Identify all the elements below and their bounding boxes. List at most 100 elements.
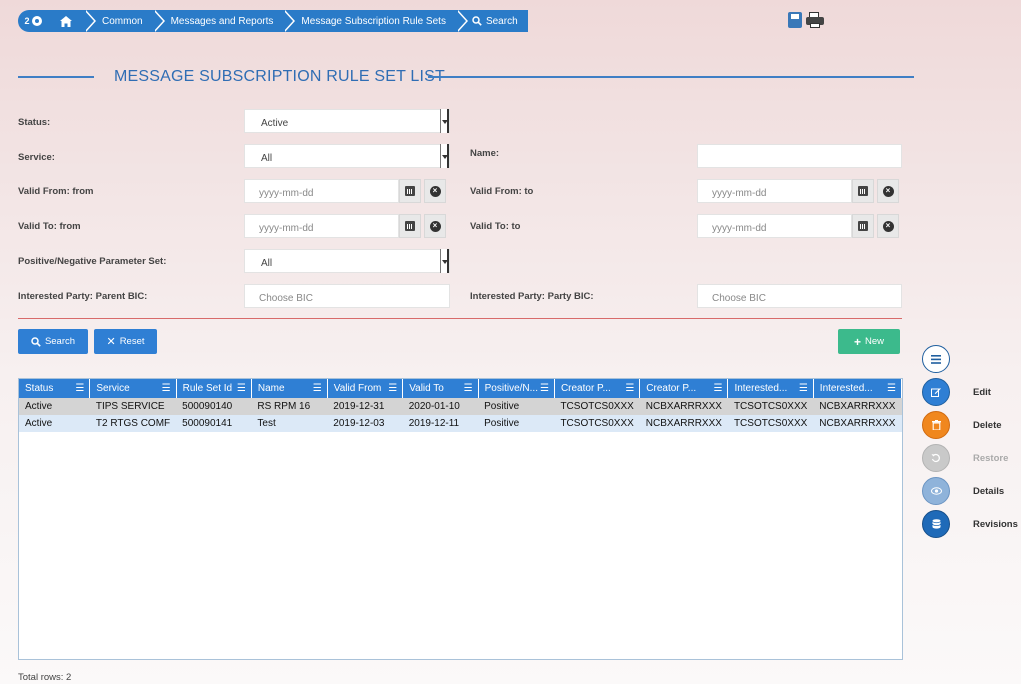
list-menu-action[interactable] (922, 345, 1020, 373)
details-action[interactable]: Details (922, 477, 1020, 505)
table-row[interactable]: Active TIPS SERVICE 500090140 RS RPM 16 … (19, 398, 902, 415)
table-row[interactable]: Active T2 RTGS COMF 500090141 Test 2019-… (19, 415, 902, 432)
database-icon (922, 510, 950, 538)
edit-label: Edit (973, 386, 991, 398)
chevron-down-icon (440, 109, 449, 133)
menu-icon[interactable]: ☰ (713, 383, 722, 394)
menu-icon[interactable]: ☰ (540, 383, 549, 394)
column-header[interactable]: Interested... ☰ (813, 379, 902, 398)
save-icon[interactable] (788, 12, 802, 28)
valid-from-to-input[interactable]: yyyy-mm-dd (697, 179, 852, 203)
cell-interested-parent: TCSOTCS0XXX (727, 415, 814, 432)
trash-icon (922, 411, 950, 439)
column-header[interactable]: Status ☰ (19, 379, 91, 398)
breadcrumb-messages-reports[interactable]: Messages and Reports (152, 10, 296, 32)
edit-action[interactable]: Edit (922, 378, 1020, 406)
breadcrumb-rule-sets[interactable]: Message Subscription Rule Sets (283, 10, 468, 32)
title-rule-left (18, 76, 94, 78)
clear-button[interactable]: × (424, 214, 446, 238)
valid-from-from-label: Valid From: from (18, 186, 94, 197)
home-breadcrumb[interactable] (48, 10, 96, 32)
menu-icon[interactable]: ☰ (162, 383, 171, 394)
delete-action[interactable]: Delete (922, 411, 1020, 439)
menu-icon[interactable]: ☰ (625, 383, 634, 394)
menu-icon[interactable]: ☰ (388, 383, 397, 394)
valid-from-to-label: Valid From: to (470, 186, 534, 197)
column-header[interactable]: Interested... ☰ (727, 379, 814, 398)
cell-interested-parent: TCSOTCS0XXX (727, 398, 814, 415)
menu-icon[interactable]: ☰ (237, 383, 246, 394)
cell-valid-from: 2019-12-03 (327, 415, 403, 432)
valid-to-to-input[interactable]: yyyy-mm-dd (697, 214, 852, 238)
column-title: Name (257, 383, 285, 394)
calendar-button[interactable] (399, 214, 421, 238)
menu-icon[interactable]: ☰ (887, 383, 896, 394)
party-bic-input[interactable]: Choose BIC (697, 284, 902, 308)
badge-count: 2 (24, 16, 30, 26)
open-items-badge[interactable]: 2 (18, 10, 48, 32)
menu-icon[interactable]: ☰ (464, 383, 473, 394)
column-header[interactable]: Rule Set Id ☰ (176, 379, 252, 398)
plus-icon: + (853, 334, 861, 349)
new-button[interactable]: + New (838, 329, 900, 354)
service-select[interactable]: All (244, 144, 450, 168)
breadcrumb-label: Search (485, 15, 518, 27)
clear-button[interactable]: × (424, 179, 446, 203)
column-header[interactable]: Valid From ☰ (327, 379, 404, 398)
column-header[interactable]: Name ☰ (251, 379, 328, 398)
calendar-button[interactable] (852, 179, 874, 203)
list-icon[interactable] (922, 345, 950, 373)
cell-valid-to: 2019-12-11 (402, 415, 479, 432)
column-header[interactable]: Valid To ☰ (402, 379, 479, 398)
cell-rule-set-id: 500090140 (176, 398, 252, 415)
party-bic-label: Interested Party: Party BIC: (470, 291, 594, 302)
search-button[interactable]: Search (18, 329, 88, 354)
column-header[interactable]: Positive/N... ☰ (478, 379, 555, 398)
status-select[interactable]: Active (244, 109, 450, 133)
print-icon[interactable] (806, 12, 824, 28)
close-icon: × (429, 220, 441, 232)
cell-creator-parent: TCSOTCS0XXX (554, 415, 640, 432)
cell-service: TIPS SERVICE (89, 398, 177, 415)
posneg-select[interactable]: All (244, 249, 450, 273)
results-table: Status ☰ Service ☰ Rule Set Id ☰ Name ☰ Vali… (18, 378, 903, 660)
reset-button[interactable]: ✕ Reset (94, 329, 157, 354)
service-value: All (261, 153, 273, 164)
search-icon (472, 16, 482, 26)
restore-label: Restore (973, 452, 1009, 464)
clear-button[interactable]: × (877, 179, 899, 203)
valid-from-from-input[interactable]: yyyy-mm-dd (244, 179, 399, 203)
calendar-icon (858, 186, 868, 196)
delete-label: Delete (973, 419, 1002, 431)
divider (18, 318, 902, 319)
column-header[interactable]: Creator P... ☰ (554, 379, 641, 398)
home-icon (60, 15, 72, 27)
calendar-button[interactable] (399, 179, 421, 203)
breadcrumb-label: Common (102, 15, 143, 27)
cell-status: Active (19, 398, 90, 415)
name-input[interactable] (697, 144, 902, 168)
restore-icon (922, 444, 950, 472)
cell-name: RS RPM 16 (251, 398, 328, 415)
parent-bic-input[interactable]: Choose BIC (244, 284, 450, 308)
valid-to-from-input[interactable]: yyyy-mm-dd (244, 214, 399, 238)
column-header[interactable]: Creator P... ☰ (639, 379, 729, 398)
cell-valid-from: 2019-12-31 (327, 398, 403, 415)
valid-to-to-label: Valid To: to (470, 221, 521, 232)
column-title: Positive/N... (484, 383, 538, 394)
chevron-down-icon (440, 144, 449, 168)
column-title: Creator P... (646, 383, 697, 394)
cell-posneg: Positive (478, 415, 555, 432)
clear-button[interactable]: × (877, 214, 899, 238)
calendar-button[interactable] (852, 214, 874, 238)
restore-action[interactable]: Restore (922, 444, 1020, 472)
revisions-action[interactable]: Revisions (922, 510, 1020, 538)
menu-icon[interactable]: ☰ (313, 383, 322, 394)
column-title: Valid From (333, 383, 382, 394)
reset-button-label: Reset (119, 336, 145, 347)
name-label: Name: (470, 148, 500, 159)
menu-icon[interactable]: ☰ (799, 383, 808, 394)
column-title: Interested... (819, 383, 873, 394)
menu-icon[interactable]: ☰ (75, 383, 84, 394)
column-header[interactable]: Service ☰ (89, 379, 177, 398)
